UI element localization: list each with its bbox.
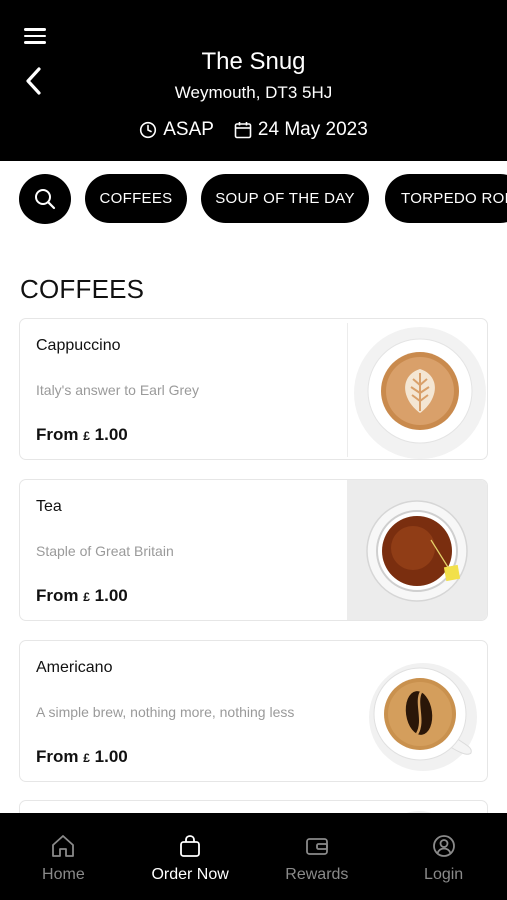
wallet-icon bbox=[305, 838, 328, 855]
search-button[interactable] bbox=[19, 174, 71, 224]
product-price: From £ 1.00 bbox=[36, 425, 128, 444]
section-title: COFFEES bbox=[20, 274, 145, 304]
calendar-icon bbox=[234, 122, 252, 139]
order-date-label: 24 May 2023 bbox=[257, 119, 368, 140]
americano-image bbox=[347, 641, 487, 781]
nav-home-label: Home bbox=[42, 866, 85, 883]
order-time[interactable]: ASAP bbox=[139, 119, 214, 141]
user-icon bbox=[432, 835, 455, 857]
tea-image bbox=[347, 480, 487, 620]
store-name: The Snug bbox=[201, 48, 306, 75]
order-date[interactable]: 24 May 2023 bbox=[234, 119, 368, 141]
category-bar: COFFEES SOUP OF THE DAY TORPEDO ROLLS bbox=[19, 174, 507, 224]
hamburger-menu-icon[interactable] bbox=[22, 26, 48, 46]
nav-rewards[interactable]: Rewards bbox=[254, 813, 381, 900]
header: The Snug Weymouth, DT3 5HJ ASAP 24 May 2… bbox=[0, 0, 507, 161]
product-name: Cappuccino bbox=[36, 337, 121, 354]
order-time-row: ASAP 24 May 2023 bbox=[0, 119, 507, 141]
product-price: From £ 1.00 bbox=[36, 747, 128, 766]
product-name: Americano bbox=[36, 659, 113, 676]
product-card-americano[interactable]: Americano A simple brew, nothing more, n… bbox=[19, 640, 488, 782]
bottom-navigation: Home Order Now Rewards Login bbox=[0, 813, 507, 900]
product-description: A simple brew, nothing more, nothing les… bbox=[36, 704, 295, 720]
product-card-cappuccino[interactable]: Cappuccino Italy's answer to Earl Grey F… bbox=[19, 318, 488, 460]
store-location: Weymouth, DT3 5HJ bbox=[174, 83, 333, 102]
home-icon bbox=[52, 835, 75, 857]
bag-icon bbox=[180, 835, 201, 857]
nav-order-now-label: Order Now bbox=[151, 866, 229, 883]
search-icon bbox=[35, 189, 56, 210]
nav-login[interactable]: Login bbox=[380, 813, 507, 900]
product-price: From £ 1.00 bbox=[36, 586, 128, 605]
category-chip-coffees[interactable]: COFFEES bbox=[85, 174, 187, 223]
product-name: Tea bbox=[36, 498, 62, 515]
nav-order-now[interactable]: Order Now bbox=[127, 813, 254, 900]
cappuccino-image bbox=[347, 319, 487, 459]
category-chip-torpedo-rolls[interactable]: TORPEDO ROLLS bbox=[385, 174, 507, 223]
nav-rewards-label: Rewards bbox=[285, 866, 349, 883]
order-time-label: ASAP bbox=[163, 119, 214, 140]
product-description: Staple of Great Britain bbox=[36, 543, 174, 559]
product-description: Italy's answer to Earl Grey bbox=[36, 382, 199, 398]
product-card-tea[interactable]: Tea Staple of Great Britain From £ 1.00 bbox=[19, 479, 488, 621]
nav-login-label: Login bbox=[424, 866, 464, 883]
nav-home[interactable]: Home bbox=[0, 813, 127, 900]
category-chip-soup[interactable]: SOUP OF THE DAY bbox=[201, 174, 369, 223]
clock-icon bbox=[140, 121, 157, 139]
